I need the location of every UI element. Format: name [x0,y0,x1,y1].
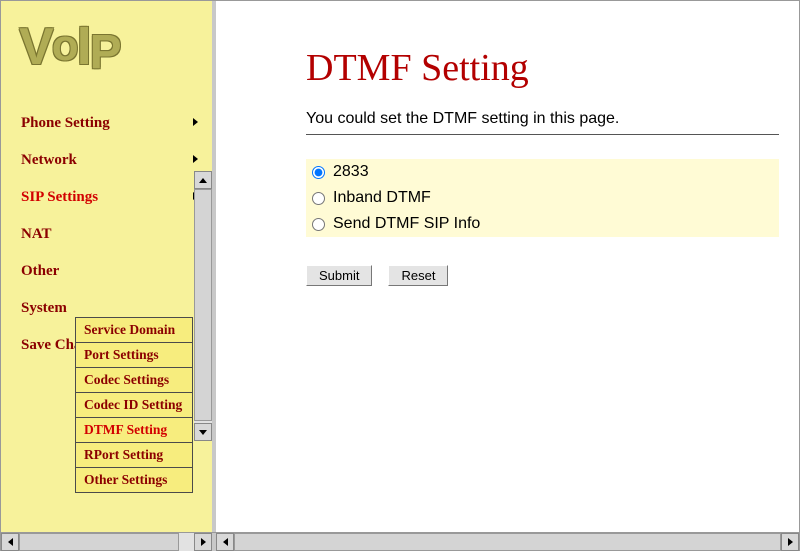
sidebar-vertical-scrollbar[interactable] [194,171,212,441]
sidebar-item-nat[interactable]: NAT [21,216,212,253]
submenu-item-label: Codec ID Setting [84,397,182,412]
arrow-right-icon [788,538,793,546]
submenu-item-codec-settings[interactable]: Codec Settings [76,368,192,393]
sidebar-horizontal-scrollbar[interactable] [1,533,216,551]
horizontal-scrollbars [1,532,799,550]
scroll-right-button[interactable] [194,533,212,551]
main-horizontal-scrollbar[interactable] [216,533,799,551]
arrow-left-icon [8,538,13,546]
submenu-item-label: RPort Setting [84,447,163,462]
scroll-left-button[interactable] [216,533,234,551]
dtmf-radio-2833[interactable] [312,166,325,179]
submenu-item-port-settings[interactable]: Port Settings [76,343,192,368]
sidebar-item-label: Other [21,263,59,279]
sidebar-item-label: Network [21,152,77,168]
scroll-right-button[interactable] [781,533,799,551]
submit-button[interactable]: Submit [306,265,372,286]
scroll-left-button[interactable] [1,533,19,551]
page-description: You could set the DTMF setting in this p… [306,110,779,128]
submenu-item-label: Service Domain [84,322,175,337]
sidebar-item-label: Phone Setting [21,115,110,131]
arrow-left-icon [223,538,228,546]
sidebar: VoIP Phone Setting Network SIP Settings … [1,1,216,550]
sidebar-item-label: System [21,300,67,316]
sip-settings-submenu: Service Domain Port Settings Codec Setti… [75,317,193,493]
main-content: DTMF Setting You could set the DTMF sett… [216,1,799,550]
dtmf-radio-sipinfo[interactable] [312,218,325,231]
scroll-down-button[interactable] [194,423,212,441]
dtmf-option-row[interactable]: Send DTMF SIP Info [306,211,779,237]
dtmf-radio-inband[interactable] [312,192,325,205]
sidebar-item-label: NAT [21,226,52,242]
divider [306,134,779,135]
dtmf-option-label: 2833 [333,163,369,181]
sidebar-item-network[interactable]: Network [21,142,212,179]
submenu-item-label: Codec Settings [84,372,169,387]
submenu-item-service-domain[interactable]: Service Domain [76,318,192,343]
submenu-item-label: DTMF Setting [84,422,167,437]
chevron-right-icon [193,118,198,126]
submenu-item-dtmf-setting[interactable]: DTMF Setting [76,418,192,443]
reset-button[interactable]: Reset [388,265,448,286]
button-row: Submit Reset [306,265,779,286]
scroll-up-button[interactable] [194,171,212,189]
page-title: DTMF Setting [306,46,779,90]
submenu-item-codec-id-setting[interactable]: Codec ID Setting [76,393,192,418]
logo: VoIP [1,1,212,85]
logo-text: VoIP [19,18,120,76]
dtmf-option-row[interactable]: Inband DTMF [306,185,779,211]
arrow-up-icon [199,178,207,183]
scroll-thumb[interactable] [19,533,179,551]
submenu-item-rport-setting[interactable]: RPort Setting [76,443,192,468]
scroll-thumb[interactable] [194,189,212,421]
scroll-thumb[interactable] [234,533,781,551]
dtmf-option-label: Send DTMF SIP Info [333,215,480,233]
arrow-down-icon [199,430,207,435]
submenu-item-label: Port Settings [84,347,159,362]
sidebar-item-other[interactable]: Other [21,253,212,290]
submenu-item-other-settings[interactable]: Other Settings [76,468,192,492]
dtmf-option-row[interactable]: 2833 [306,159,779,185]
arrow-right-icon [201,538,206,546]
chevron-right-icon [193,155,198,163]
submenu-item-label: Other Settings [84,472,167,487]
sidebar-item-phone-setting[interactable]: Phone Setting [21,105,212,142]
dtmf-option-label: Inband DTMF [333,189,431,207]
sidebar-item-label: SIP Settings [21,189,98,205]
sidebar-item-sip-settings[interactable]: SIP Settings [21,179,212,216]
